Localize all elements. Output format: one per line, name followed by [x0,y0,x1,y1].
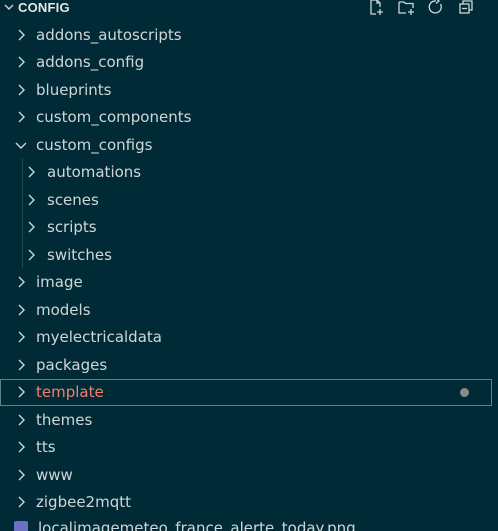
tree-item-custom-components[interactable]: custom_components [0,104,498,132]
new-folder-icon[interactable] [396,0,416,17]
tree-item-label: addons_config [36,53,145,72]
tree-item-scripts[interactable]: scripts [0,214,498,242]
tree-item-custom-configs[interactable]: custom_configs [0,131,498,159]
chevron-right-icon[interactable] [24,248,38,262]
chevron-right-icon[interactable] [14,83,28,97]
tree-item-label: template [36,383,104,402]
chevron-right-icon[interactable] [14,28,28,42]
tree-item-label: automations [47,163,142,182]
chevron-right-icon[interactable] [14,330,28,344]
tree-item-label: localimagemeteo_france_alerte_today.png [38,519,356,531]
tree-item-addons-autoscripts[interactable]: addons_autoscripts [0,21,498,49]
new-file-icon[interactable] [366,0,386,17]
tree-item-label: zigbee2mqtt [36,493,131,512]
modified-indicator-dot [460,387,469,397]
tree-item-switches[interactable]: switches [0,241,498,269]
chevron-right-icon[interactable] [14,110,28,124]
tree-item-automations[interactable]: automations [0,159,498,187]
chevron-down-icon[interactable] [14,138,28,152]
tree-item-label: models [36,300,91,319]
tree-item-label: custom_components [36,108,192,127]
chevron-right-icon[interactable] [24,220,38,234]
tree-item-label: themes [36,410,93,429]
chevron-right-icon[interactable] [14,303,28,317]
chevron-right-icon[interactable] [14,275,28,289]
explorer-header[interactable]: CONFIG [0,0,498,20]
tree-item-label: image [36,273,83,292]
tree-item-zigbee2mqtt[interactable]: zigbee2mqtt [0,489,498,517]
tree-item-addons-config[interactable]: addons_config [0,49,498,77]
tree-item-file-png[interactable]: localimagemeteo_france_alerte_today.png [0,516,498,531]
explorer-panel: CONFIG addons_autoscripts addons_config … [0,0,498,531]
chevron-right-icon[interactable] [24,165,38,179]
image-file-icon [14,521,28,531]
tree-item-label: addons_autoscripts [36,25,182,44]
tree-item-label: custom_configs [36,135,153,154]
tree-item-themes[interactable]: themes [0,406,498,434]
explorer-actions [366,0,476,20]
indent-guide [22,158,23,268]
chevron-right-icon[interactable] [14,495,28,509]
tree-item-tts[interactable]: tts [0,434,498,462]
tree-item-label: www [36,465,73,484]
refresh-icon[interactable] [426,0,446,17]
tree-item-label: tts [36,438,56,457]
collapse-all-icon[interactable] [456,0,476,17]
tree-item-www[interactable]: www [0,461,498,489]
chevron-right-icon[interactable] [14,440,28,454]
tree-item-label: switches [47,245,112,264]
tree-item-template[interactable]: template [0,378,492,406]
tree-item-blueprints[interactable]: blueprints [0,76,498,104]
tree-item-label: scripts [47,218,97,237]
file-tree: addons_autoscripts addons_config bluepri… [0,21,498,516]
tree-item-label: myelectricaldata [36,328,162,347]
chevron-right-icon[interactable] [14,413,28,427]
chevron-right-icon[interactable] [14,385,28,399]
chevron-down-icon[interactable] [1,0,17,15]
explorer-title: CONFIG [18,0,70,15]
tree-item-label: packages [36,355,108,374]
tree-item-image[interactable]: image [0,269,498,297]
tree-item-label: scenes [47,190,99,209]
tree-item-models[interactable]: models [0,296,498,324]
tree-item-label: blueprints [36,80,112,99]
chevron-right-icon[interactable] [14,468,28,482]
tree-item-packages[interactable]: packages [0,351,498,379]
chevron-right-icon[interactable] [14,55,28,69]
chevron-right-icon[interactable] [14,358,28,372]
tree-item-myelectricaldata[interactable]: myelectricaldata [0,324,498,352]
chevron-right-icon[interactable] [24,193,38,207]
tree-item-scenes[interactable]: scenes [0,186,498,214]
